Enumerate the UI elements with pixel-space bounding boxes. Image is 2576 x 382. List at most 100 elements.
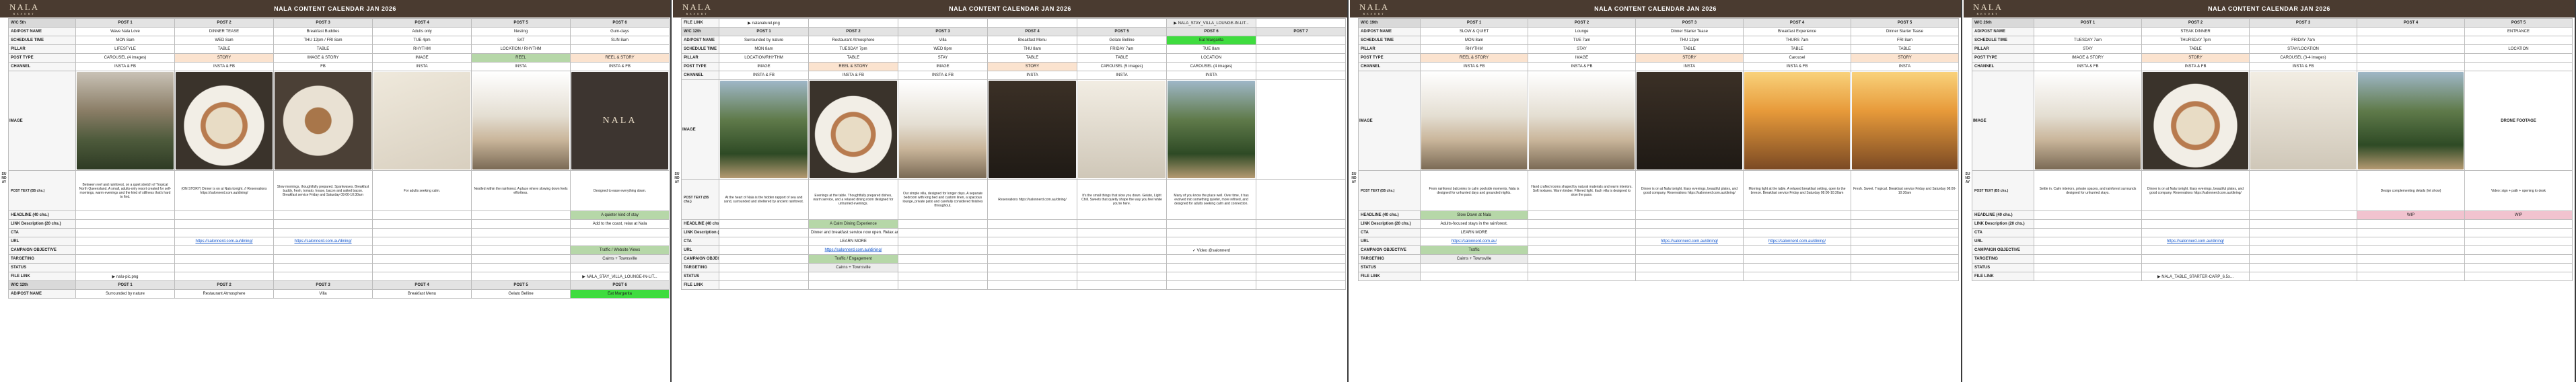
url-cell[interactable]: https://salonnerd.com.au/dining/ xyxy=(273,237,373,246)
file-link-cell[interactable] xyxy=(273,272,373,281)
pillar-cell[interactable]: TABLE xyxy=(2141,44,2250,54)
pillar-cell[interactable]: STAY xyxy=(2034,44,2142,54)
status-cell[interactable] xyxy=(2141,263,2250,272)
topic-cell[interactable]: Villa xyxy=(898,36,988,45)
post-text-cell[interactable]: For adults seeking calm. xyxy=(372,170,472,211)
pillar-cell[interactable]: TABLE xyxy=(1077,53,1167,63)
link-desc-cell[interactable] xyxy=(2034,219,2142,229)
schedule-cell[interactable]: TUE 8am xyxy=(1166,44,1256,54)
schedule-cell[interactable]: TUE 7am xyxy=(1528,36,1636,45)
topic-cell[interactable]: Eat Margarita xyxy=(1166,36,1256,45)
campaign-cell[interactable] xyxy=(1743,245,1851,255)
link-desc-cell[interactable] xyxy=(2357,219,2465,229)
cta-cell[interactable] xyxy=(1851,228,1959,237)
cta-cell[interactable] xyxy=(75,228,175,237)
link-desc-cell[interactable] xyxy=(898,228,988,237)
file-link-cell[interactable] xyxy=(471,272,571,281)
url-cell[interactable]: https://salonnerd.com.au/dining/ xyxy=(1635,237,1744,246)
campaign-cell[interactable]: Traffic xyxy=(1420,245,1528,255)
campaign-cell[interactable] xyxy=(1256,254,1346,264)
link-desc-cell[interactable]: Add to the coast, relax at Nala xyxy=(570,219,670,229)
cta-cell[interactable] xyxy=(1635,228,1744,237)
link-desc-cell[interactable]: Adults-focused stays in the rainforest. xyxy=(1420,219,1528,229)
campaign-cell[interactable] xyxy=(372,245,472,255)
file-link-cell[interactable] xyxy=(1851,272,1959,281)
targeting-cell[interactable] xyxy=(987,263,1077,272)
image-cell[interactable] xyxy=(1166,79,1256,180)
post-type-cell[interactable]: STORY xyxy=(1635,53,1744,63)
campaign-cell[interactable] xyxy=(719,254,809,264)
schedule-cell[interactable]: SAT xyxy=(471,36,571,45)
url-link[interactable]: https://salonnerd.com.au/dining/ xyxy=(824,248,882,252)
headline-cell[interactable] xyxy=(372,211,472,220)
topic-cell[interactable]: Lounge xyxy=(1528,27,1636,36)
status-cell[interactable] xyxy=(75,263,175,272)
file-link-cell[interactable] xyxy=(1077,280,1167,290)
channel-cell[interactable]: INSTA xyxy=(1166,71,1256,80)
image-cell[interactable] xyxy=(1851,71,1959,171)
post-type-cell[interactable]: CAROUSEL (3-4 images) xyxy=(2249,53,2357,63)
schedule-cell[interactable]: THU 12pm xyxy=(1635,36,1744,45)
topic-cell[interactable]: Gelato Belline xyxy=(471,289,571,299)
post-type-cell[interactable]: IMAGE & STORY xyxy=(273,53,373,63)
image-cell[interactable] xyxy=(2034,71,2142,171)
post-text-cell[interactable]: Dinner is on at Nala tonight. Easy eveni… xyxy=(1635,170,1744,211)
campaign-cell[interactable] xyxy=(75,245,175,255)
file-link-cell[interactable] xyxy=(2357,272,2465,281)
campaign-cell[interactable] xyxy=(273,245,373,255)
post-text-cell[interactable]: At the heart of Nala is the hidden rappo… xyxy=(719,179,809,220)
campaign-cell[interactable]: Traffic / Engagement xyxy=(808,254,898,264)
post-type-cell[interactable]: REEL & STORY xyxy=(1420,53,1528,63)
post-image[interactable] xyxy=(899,81,987,178)
schedule-cell[interactable]: THURS 7am xyxy=(1743,36,1851,45)
url-cell[interactable] xyxy=(75,237,175,246)
post-image[interactable] xyxy=(720,81,808,178)
channel-cell[interactable]: INSTA & FB xyxy=(2141,62,2250,71)
pillar-cell[interactable]: TABLE xyxy=(273,44,373,54)
channel-cell[interactable] xyxy=(1256,71,1346,80)
topic-cell[interactable]: Gelato Belline xyxy=(1077,36,1167,45)
topic-cell[interactable]: Restaurant Atmosphere xyxy=(174,289,274,299)
post-type-cell[interactable]: REEL & STORY xyxy=(570,53,670,63)
targeting-cell[interactable] xyxy=(2464,254,2573,264)
topic-cell[interactable]: Surrounded by nature xyxy=(75,289,175,299)
status-cell[interactable] xyxy=(1077,272,1167,281)
url-cell[interactable]: https://salonnerd.com.au/dining/ xyxy=(808,245,898,255)
post-text-cell[interactable]: Our simple villa, designed for longer da… xyxy=(898,179,988,220)
schedule-cell[interactable]: THU 12pm / FRI 8am xyxy=(273,36,373,45)
cta-cell[interactable]: LEARN MORE xyxy=(808,237,898,246)
cta-cell[interactable] xyxy=(2034,228,2142,237)
channel-cell[interactable]: INSTA xyxy=(471,62,571,71)
cta-cell[interactable] xyxy=(1166,237,1256,246)
image-cell[interactable] xyxy=(2141,71,2250,171)
headline-cell[interactable] xyxy=(75,211,175,220)
headline-cell[interactable]: Slow Down at Nala xyxy=(1420,211,1528,220)
file-link-cell[interactable] xyxy=(1256,18,1346,28)
cta-cell[interactable] xyxy=(570,228,670,237)
post-text-cell[interactable]: Morning light at the table. A relaxed br… xyxy=(1743,170,1851,211)
schedule-cell[interactable] xyxy=(1256,44,1346,54)
topic-cell[interactable]: Restaurant Atmosphere xyxy=(808,36,898,45)
headline-cell[interactable] xyxy=(1077,219,1167,229)
post-type-cell[interactable]: STORY xyxy=(987,62,1077,71)
pillar-cell[interactable] xyxy=(1256,53,1346,63)
post-image[interactable] xyxy=(1529,72,1635,169)
channel-cell[interactable] xyxy=(2464,62,2573,71)
post-text-cell[interactable] xyxy=(2249,170,2357,211)
topic-cell[interactable]: Villa xyxy=(273,289,373,299)
pillar-cell[interactable]: RHYTHM xyxy=(372,44,472,54)
pillar-cell[interactable]: TABLE xyxy=(1635,44,1744,54)
channel-cell[interactable]: INSTA & FB xyxy=(75,62,175,71)
cta-cell[interactable] xyxy=(898,237,988,246)
campaign-cell[interactable] xyxy=(1166,254,1256,264)
schedule-cell[interactable]: FRI 8am xyxy=(1851,36,1959,45)
targeting-cell[interactable]: Cairns + Townsville xyxy=(570,254,670,264)
image-cell[interactable] xyxy=(471,71,571,171)
cta-cell[interactable] xyxy=(1077,237,1167,246)
targeting-cell[interactable]: Cairns + Townsville xyxy=(808,263,898,272)
url-cell[interactable] xyxy=(2464,237,2573,246)
url-cell[interactable] xyxy=(2249,237,2357,246)
url-cell[interactable] xyxy=(372,237,472,246)
schedule-cell[interactable]: WED 8am xyxy=(174,36,274,45)
schedule-cell[interactable]: TUESDAY 7am xyxy=(2034,36,2142,45)
